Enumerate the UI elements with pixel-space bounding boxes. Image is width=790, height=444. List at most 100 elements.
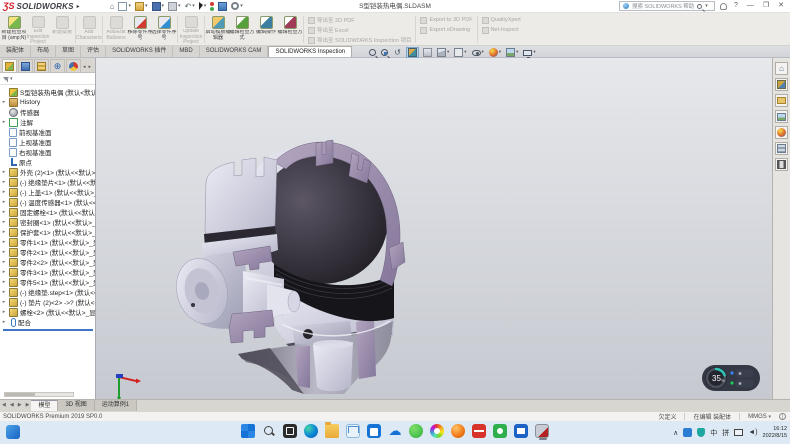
tree-item-origin[interactable]: 原点 <box>1 157 95 167</box>
search-icon[interactable] <box>697 4 702 9</box>
tab-motion-study[interactable]: 运动算例1 <box>95 400 137 411</box>
tab-displaymanager[interactable] <box>66 59 81 72</box>
edit-operation-button[interactable]: 编辑操作 <box>254 14 278 45</box>
tree-item-history[interactable]: ▸History <box>1 97 95 107</box>
remove-balloon-button[interactable]: 移除零件序号 <box>128 14 152 45</box>
tab-solidworks-cam[interactable]: SOLIDWORKS CAM <box>200 46 269 57</box>
tree-item-fixing-bolt[interactable]: ▸固定螺栓<1> (默认<<默认>_显示 <box>1 207 95 217</box>
mail-icon[interactable] <box>346 424 360 438</box>
tree-item-sensors[interactable]: 传感器 <box>1 107 95 117</box>
tree-item-shell[interactable]: ▸外壳 (2)<1> (默认<<默认>_显示状 <box>1 167 95 177</box>
tree-horizontal-scrollbar[interactable] <box>4 392 74 397</box>
ime-language-indicator[interactable]: 中 <box>710 428 717 438</box>
view-orientation-button[interactable]: ▾ <box>436 47 450 58</box>
recorder-button-top[interactable] <box>735 370 754 378</box>
tree-filter-row[interactable]: ▾ <box>0 73 95 85</box>
word-app-icon[interactable] <box>514 424 528 438</box>
tree-root-assembly[interactable]: S型铠装热电偶 (默认<默认_显示状态-1> <box>1 87 95 97</box>
new-document-button[interactable]: ▾ <box>118 2 131 11</box>
pane-scroll-left-icon[interactable]: ◂ <box>83 64 86 70</box>
dropdown-icon[interactable]: ▾ <box>204 3 207 9</box>
tree-item-annotations[interactable]: ▸注解 <box>1 117 95 127</box>
tab-dimxpertmanager[interactable]: ⊕ <box>50 59 65 72</box>
design-library-icon[interactable] <box>775 78 788 91</box>
graphics-viewport[interactable]: 35 % <box>96 58 772 399</box>
apply-scene-button[interactable]: ▾ <box>505 47 519 58</box>
tree-item-part1[interactable]: ▸零件1<1> (默认<<默认>_显示状态 <box>1 237 95 247</box>
tab-solidworks-inspection[interactable]: SOLIDWORKS Inspection <box>268 46 352 57</box>
dynamic-annotation-button[interactable] <box>422 47 433 58</box>
task-view-icon[interactable] <box>283 424 297 438</box>
view-settings-button[interactable]: ▾ <box>522 47 536 58</box>
tree-item-bolt-2[interactable]: ▸螺栓<2> (默认<<默认>_显示状态 <box>1 307 95 317</box>
tree-item-part3[interactable]: ▸零件3<1> (默认<<默认>_显示状态 <box>1 267 95 277</box>
pane-scroll-right-icon[interactable]: ▸ <box>89 64 92 70</box>
search-input[interactable]: 搜索 SOLIDWORKS 帮助 ▾ <box>619 1 715 11</box>
clock[interactable]: 16:12 2022/8/15 <box>763 426 787 439</box>
section-view-button[interactable] <box>406 47 419 58</box>
green-s-app-icon[interactable] <box>493 424 507 438</box>
tab-model[interactable]: 模型 <box>31 400 58 411</box>
tab-mbd[interactable]: MBD <box>173 46 199 57</box>
screen-recorder-widget[interactable]: 35 % <box>702 364 760 392</box>
tray-chevron-icon[interactable]: ∧ <box>673 429 678 437</box>
appearances-icon[interactable] <box>775 126 788 139</box>
tab-scroll-last-icon[interactable]: ▶ <box>24 400 32 411</box>
tab-layout[interactable]: 布局 <box>31 46 56 57</box>
tab-scroll-prev-icon[interactable]: ◀ <box>8 400 16 411</box>
edit-inspection-method-button[interactable]: 编辑检查方式 <box>230 14 254 45</box>
zoom-to-fit-button[interactable] <box>368 47 377 58</box>
dropdown-icon[interactable]: ▾ <box>192 3 195 9</box>
dropdown-icon[interactable]: ▾ <box>10 76 13 82</box>
taskbar-search-icon[interactable] <box>262 424 276 438</box>
dropdown-icon[interactable]: ▾ <box>533 49 535 55</box>
globe-icon[interactable] <box>779 413 786 420</box>
dropdown-icon[interactable]: ▾ <box>499 49 501 55</box>
options-button[interactable]: ▾ <box>231 2 243 10</box>
previous-view-button[interactable]: ↺ <box>392 47 403 58</box>
tree-item-part2-2[interactable]: ▸零件2<2> (默认<<默认>_显示状态 <box>1 257 95 267</box>
tab-addins[interactable]: SOLIDWORKS 插件 <box>106 46 173 57</box>
home-button[interactable]: ⌂ <box>110 2 115 11</box>
tree-item-top-cover[interactable]: ▸(-) 上盖<1> (默认<<默认>_显示状 <box>1 187 95 197</box>
recorder-button-bottom[interactable] <box>735 380 754 388</box>
tab-propertymanager[interactable] <box>18 59 33 72</box>
resources-home-icon[interactable]: ⌂ <box>775 62 788 75</box>
units-selector[interactable]: MMGS ▾ <box>748 414 771 420</box>
minimize-button[interactable]: — <box>745 0 756 12</box>
undo-button[interactable]: ↶▾ <box>185 2 195 11</box>
tab-3d-views[interactable]: 3D 视图 <box>58 400 94 411</box>
dropdown-icon[interactable]: ▾ <box>128 3 131 9</box>
tree-item-part5[interactable]: ▸零件5<1> (默认<<默认>_显示状态 <box>1 277 95 287</box>
logo-caret-icon[interactable]: ▸ <box>77 3 80 10</box>
open-button[interactable]: ▾ <box>135 2 148 11</box>
edit-appearance-button[interactable]: ▾ <box>488 47 502 58</box>
volume-icon[interactable]: ◄) <box>748 429 757 436</box>
tab-featuremanager-tree[interactable] <box>2 59 17 72</box>
browser-360-icon[interactable] <box>430 424 444 438</box>
scrollbar-thumb[interactable] <box>5 393 35 396</box>
dropdown-icon[interactable]: ▾ <box>482 49 484 55</box>
custom-properties-icon[interactable] <box>775 142 788 155</box>
forum-icon[interactable] <box>775 158 788 171</box>
new-inspection-project-button[interactable]: 新建检查项目 (amp;N) <box>2 14 26 45</box>
dropdown-icon[interactable]: ▾ <box>447 49 449 55</box>
solidworks-taskbar-icon[interactable] <box>535 424 549 438</box>
start-icon[interactable] <box>241 424 255 438</box>
hide-show-items-button[interactable]: ▾ <box>471 47 485 58</box>
save-button[interactable]: ▾ <box>152 2 165 11</box>
help-button[interactable]: ? <box>732 0 740 12</box>
file-explorer-taskbar-icon[interactable] <box>325 424 339 438</box>
tray-blue-app-icon[interactable] <box>683 428 692 437</box>
tab-configurationmanager[interactable] <box>34 59 49 72</box>
select-balloon-button[interactable]: 选择零件序号 <box>152 14 176 45</box>
rebuild-button[interactable] <box>210 2 214 11</box>
dropdown-icon[interactable]: ▾ <box>178 3 181 9</box>
tree-item-seal-ring[interactable]: ▸密封圈<1> (默认<<默认>_显示状 <box>1 217 95 227</box>
tree-item-temp-sensor[interactable]: ▸(-) 温度传感器<1> (默认<<默认>_ <box>1 197 95 207</box>
tree-item-gasket-2[interactable]: ▸(-) 垫片 (2)<2> ->? (默认<<默认 <box>1 297 95 307</box>
ime-mode-indicator[interactable]: 拼 <box>722 428 729 438</box>
tree-item-front-plane[interactable]: 前视基准面 <box>1 127 95 137</box>
select-tool-button[interactable]: ▾ <box>199 2 207 10</box>
user-account-icon[interactable] <box>720 3 727 10</box>
